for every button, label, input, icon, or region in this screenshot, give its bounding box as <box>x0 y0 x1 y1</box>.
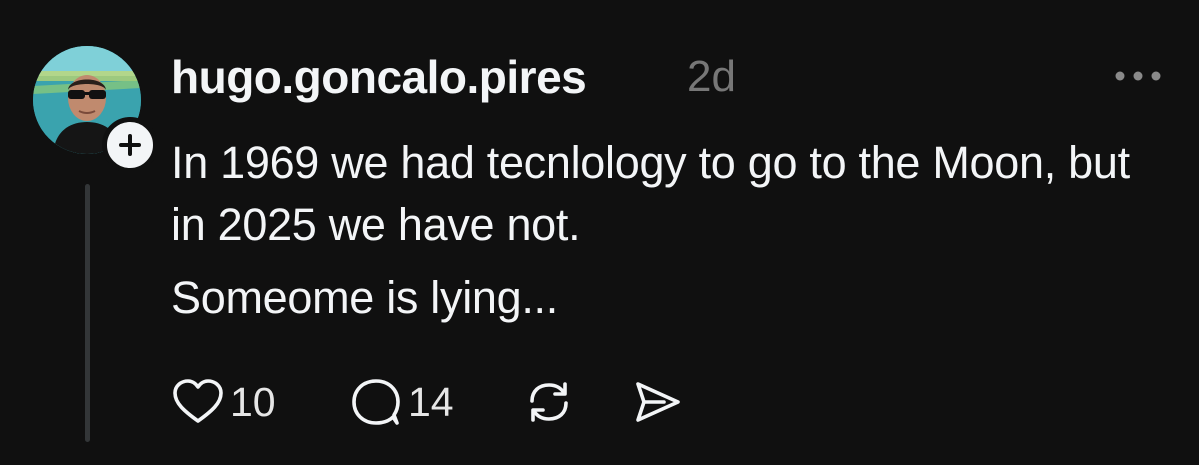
heart-icon <box>173 379 223 423</box>
post-paragraph: Someome is lying... <box>171 272 558 323</box>
more-horizontal-icon <box>1115 71 1161 81</box>
like-button[interactable]: 10 <box>171 372 276 432</box>
more-options-button[interactable] <box>1110 56 1166 96</box>
post-paragraph: In 1969 we had tecnlology to go to the M… <box>171 137 1130 250</box>
post-timestamp: 2d <box>687 52 736 101</box>
repost-button[interactable] <box>522 372 576 432</box>
comment-icon <box>352 379 400 425</box>
share-icon <box>636 382 680 422</box>
reply-count: 14 <box>408 379 454 425</box>
plus-icon <box>119 134 141 156</box>
reply-button[interactable]: 14 <box>349 372 454 432</box>
repost-icon <box>530 382 568 422</box>
post-text: In 1969 we had tecnlology to go to the M… <box>171 132 1161 329</box>
thread-line <box>85 184 90 442</box>
username-link[interactable]: hugo.goncalo.pires <box>171 49 587 105</box>
post-card: hugo.goncalo.pires 2d In 1969 we had tec… <box>0 0 1199 465</box>
avatar-container <box>33 46 158 173</box>
share-button[interactable] <box>630 372 684 432</box>
follow-button[interactable] <box>102 117 158 173</box>
like-count: 10 <box>230 379 276 425</box>
